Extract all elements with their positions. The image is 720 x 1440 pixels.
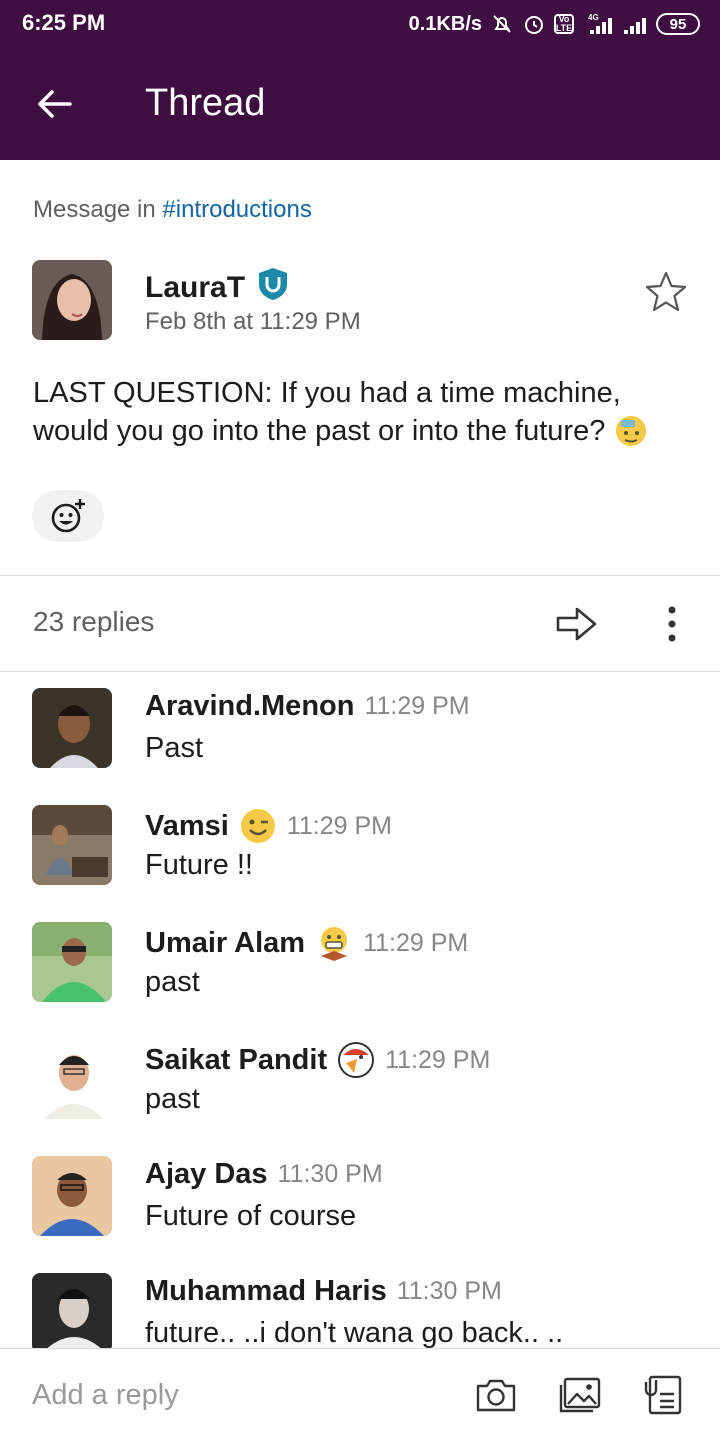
reply-time: 11:29 PM — [363, 928, 469, 957]
file-list-icon — [644, 1375, 682, 1415]
back-button[interactable] — [30, 82, 78, 126]
arrow-left-icon — [38, 90, 72, 118]
volte-icon: Vo LTE — [554, 14, 574, 34]
avatar[interactable] — [32, 805, 112, 885]
reply-item[interactable]: Vamsi 11:29 PM Future !! — [0, 805, 720, 915]
avatar[interactable] — [32, 1156, 112, 1236]
reply-text: Future of course — [145, 1200, 357, 1232]
thinking-emoji-icon — [613, 412, 651, 450]
status-bar: 6:25 PM 0.1KB/s Vo LTE 4G 95 — [0, 0, 720, 48]
avatar[interactable] — [32, 1039, 112, 1119]
status-time: 6:25 PM — [22, 10, 106, 35]
signal-4g-icon: 4G — [582, 12, 614, 36]
network-speed: 0.1KB/s — [408, 12, 482, 35]
reply-text: past — [145, 1083, 200, 1115]
divider — [0, 671, 720, 672]
reply-item[interactable]: Saikat Pandit 11:29 PM past — [0, 1039, 720, 1149]
avatar[interactable] — [32, 260, 112, 340]
camera-icon — [476, 1379, 516, 1412]
camera-button[interactable] — [472, 1373, 520, 1417]
reply-item[interactable]: Umair Alam 11:29 PM past — [0, 922, 720, 1032]
message-timestamp: Feb 8th at 11:29 PM — [145, 308, 361, 335]
battery-icon: 95 — [656, 13, 700, 35]
divider — [0, 575, 720, 576]
avatar[interactable] — [32, 922, 112, 1002]
reply-time: 11:29 PM — [286, 811, 392, 840]
reply-header: Ajay Das 11:30 PM — [145, 1158, 383, 1191]
signal-icon — [622, 12, 648, 36]
svg-text:4G: 4G — [588, 13, 599, 22]
grimacing-face-icon — [315, 924, 353, 962]
avatar[interactable] — [32, 1273, 112, 1353]
channel-link[interactable]: #introductions — [162, 196, 311, 223]
app-header: Thread — [0, 48, 720, 160]
author-name[interactable]: LauraT — [145, 271, 245, 305]
gallery-button[interactable] — [556, 1373, 604, 1417]
reply-item[interactable]: Aravind.Menon 11:29 PM Past — [0, 688, 720, 798]
reply-author[interactable]: Ajay Das — [145, 1158, 268, 1191]
reply-time: 11:29 PM — [364, 692, 470, 720]
avatar[interactable] — [32, 688, 112, 768]
reply-header: Vamsi 11:29 PM — [145, 807, 392, 845]
message-body: LAST QUESTION: If you had a time machine… — [33, 374, 703, 450]
reply-author[interactable]: Aravind.Menon — [145, 690, 354, 723]
reply-author[interactable]: Saikat Pandit — [145, 1044, 327, 1077]
message-context: Message in #introductions — [33, 196, 312, 224]
reply-input[interactable] — [32, 1373, 432, 1417]
attach-file-button[interactable] — [638, 1373, 686, 1417]
reply-header: Umair Alam 11:29 PM — [145, 924, 468, 962]
replies-count: 23 replies — [33, 606, 155, 637]
reply-text: Future !! — [145, 849, 253, 881]
context-prefix: Message in — [33, 196, 163, 223]
reply-author[interactable]: Vamsi — [145, 810, 229, 843]
add-emoji-icon — [51, 499, 85, 533]
reply-item[interactable]: Ajay Das 11:30 PM Future of course — [0, 1156, 720, 1266]
page-title: Thread — [145, 82, 266, 124]
mute-icon — [490, 12, 514, 36]
add-reaction-button[interactable] — [32, 490, 104, 542]
share-button[interactable] — [553, 600, 601, 648]
image-icon — [559, 1377, 601, 1413]
reply-time: 11:30 PM — [277, 1160, 383, 1188]
reply-composer — [0, 1348, 720, 1440]
winking-face-icon — [239, 807, 277, 845]
reply-time: 11:29 PM — [385, 1045, 491, 1074]
reply-header: Aravind.Menon 11:29 PM — [145, 690, 470, 723]
alarm-icon — [522, 12, 546, 36]
reply-header: Saikat Pandit 11:29 PM — [145, 1041, 490, 1079]
reply-text: past — [145, 966, 200, 998]
shield-badge-icon — [257, 266, 289, 310]
share-arrow-icon — [556, 607, 597, 641]
status-icons: 0.1KB/s Vo LTE 4G 95 — [409, 10, 700, 38]
more-vertical-icon — [668, 606, 676, 642]
star-icon — [645, 271, 687, 312]
reply-text: Past — [145, 732, 204, 764]
message-text: LAST QUESTION: If you had a time machine… — [33, 377, 621, 447]
reply-time: 11:30 PM — [396, 1277, 502, 1305]
star-button[interactable] — [642, 268, 690, 316]
reply-text: future.. ..i don't wana go back.. .. — [145, 1317, 564, 1349]
reply-header: Muhammad Haris 11:30 PM — [145, 1275, 502, 1308]
reply-author[interactable]: Umair Alam — [145, 927, 305, 960]
reply-author[interactable]: Muhammad Haris — [145, 1275, 387, 1308]
message-author: LauraT — [145, 266, 289, 310]
more-options-button[interactable] — [650, 600, 694, 648]
parrot-emoji-icon — [337, 1041, 375, 1079]
